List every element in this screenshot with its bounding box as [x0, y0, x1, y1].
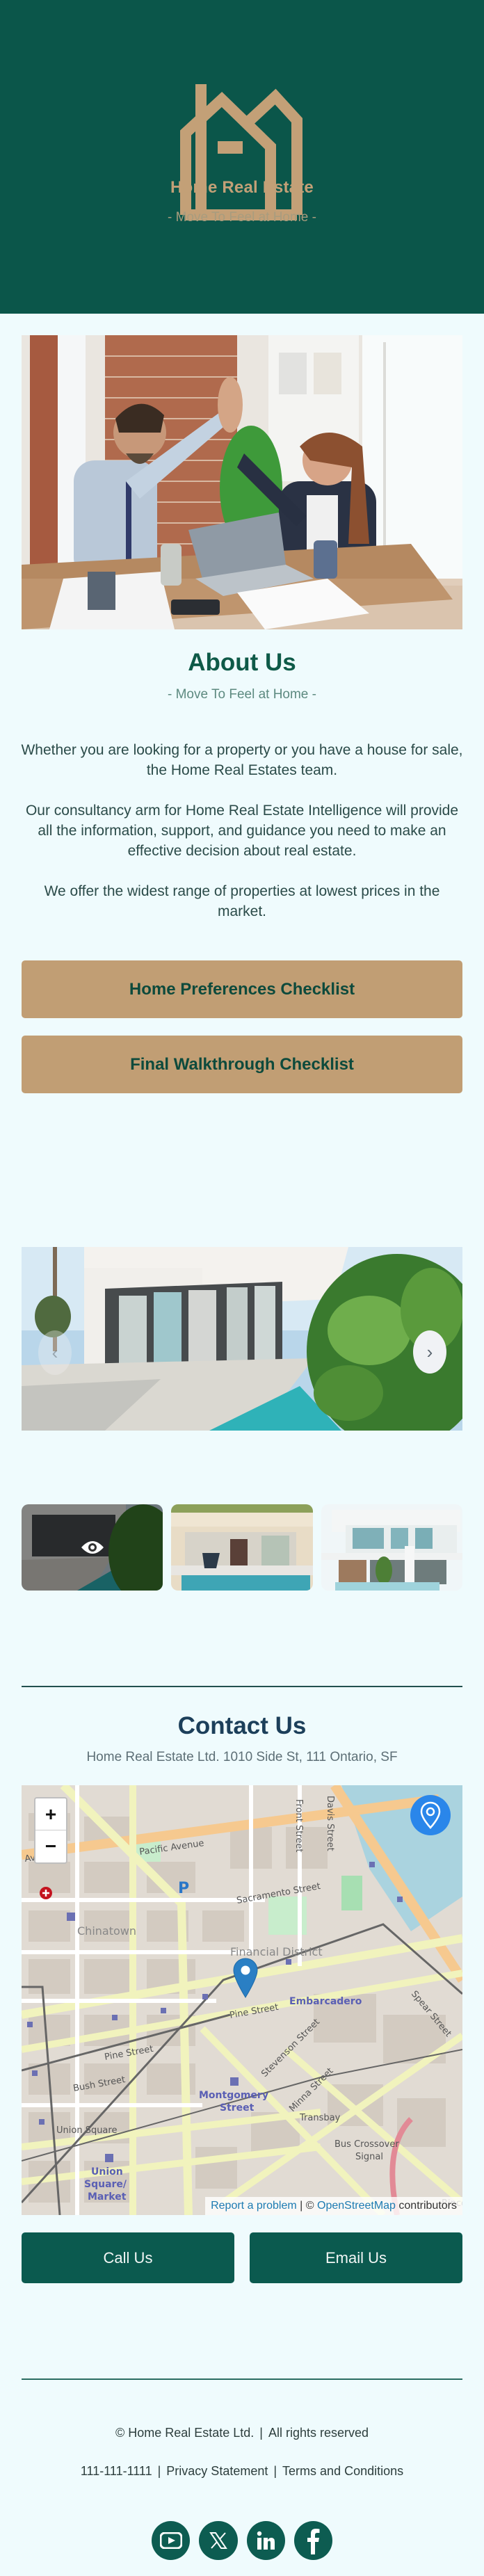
brand-name: Home Real Estate: [170, 178, 314, 197]
call-us-button[interactable]: Call Us: [22, 2232, 234, 2283]
phone-link[interactable]: 111-111-1111: [81, 2464, 152, 2478]
contact-address: Home Real Estate Ltd. 1010 Side St, 111 …: [86, 1750, 398, 1764]
linkedin-icon: [257, 2531, 275, 2550]
svg-text:Bus Crossover: Bus Crossover: [334, 2139, 399, 2150]
footer-separator: |: [273, 2464, 277, 2478]
email-us-button[interactable]: Email Us: [250, 2232, 462, 2283]
footer-divider: [22, 2378, 462, 2380]
map-attribution: Report a problem | © OpenStreetMap contr…: [205, 2197, 462, 2215]
map-marker-icon[interactable]: [233, 1958, 258, 1998]
attribution-separator: | ©: [296, 2200, 317, 2212]
rights-text: All rights reserved: [268, 2426, 369, 2440]
about-paragraph: We offer the widest range of properties …: [44, 883, 440, 919]
about-paragraph: Whether you are looking for a property o…: [21, 742, 463, 778]
footer-copyright-line: © Home Real Estate Ltd. | All rights reser…: [0, 2426, 484, 2440]
svg-text:Front Street: Front Street: [293, 1799, 304, 1853]
privacy-statement-link[interactable]: Privacy Statement: [166, 2464, 268, 2478]
about-title: About Us: [188, 649, 296, 676]
svg-text:Street: Street: [220, 2102, 255, 2114]
svg-text:Embarcadero: Embarcadero: [289, 1996, 362, 2007]
about-paragraph: Our consultancy arm for Home Real Estate…: [25, 803, 459, 859]
home-preferences-checklist-button[interactable]: Home Preferences Checklist: [22, 960, 462, 1018]
report-problem-link[interactable]: Report a problem: [211, 2200, 297, 2212]
map-zoom-in-button[interactable]: +: [35, 1798, 66, 1830]
house-logo-icon: [180, 84, 302, 220]
hero-header: Home Real Estate - Move To Feel at Home …: [0, 0, 484, 314]
attribution-contributors: contributors: [395, 2200, 457, 2212]
svg-text:Financial District: Financial District: [230, 1945, 323, 1958]
chevron-left-icon: ‹: [51, 1342, 58, 1363]
map-tiles: Pacific Avenue Avenue Sacramento Street …: [22, 1785, 462, 2215]
x-icon: [209, 2532, 227, 2549]
contact-title: Contact Us: [177, 1712, 307, 1739]
svg-text:Union Square: Union Square: [56, 2125, 117, 2136]
footer-links-line: 111-111-1111 | Privacy Statement | Terms and…: [0, 2464, 484, 2479]
about-team-photo: [22, 335, 462, 629]
gallery-prev-button[interactable]: ‹: [38, 1330, 72, 1375]
chevron-right-icon: ›: [426, 1341, 433, 1362]
location-pin-icon: [420, 1801, 441, 1829]
gallery-next-button[interactable]: ›: [413, 1330, 446, 1374]
facebook-link[interactable]: [293, 2521, 332, 2560]
x-twitter-link[interactable]: [199, 2521, 238, 2560]
map-zoom-out-button[interactable]: −: [35, 1830, 66, 1862]
svg-text:Transbay: Transbay: [299, 2113, 341, 2123]
svg-text:Montgomery: Montgomery: [199, 2090, 268, 2101]
svg-text:Signal: Signal: [355, 2152, 383, 2162]
svg-text:P: P: [178, 1880, 189, 1897]
section-divider: [22, 1686, 462, 1687]
youtube-icon: [159, 2532, 182, 2549]
footer-separator: |: [259, 2426, 263, 2440]
gallery-thumbnail[interactable]: [321, 1504, 462, 1591]
facebook-icon: [307, 2529, 320, 2554]
location-map[interactable]: Pacific Avenue Avenue Sacramento Street …: [22, 1785, 462, 2215]
social-links: [152, 2521, 332, 2560]
gallery-main-image: [22, 1247, 462, 1431]
eye-icon: [81, 1541, 104, 1554]
footer-separator: |: [157, 2464, 161, 2478]
about-subtitle: - Move To Feel at Home -: [167, 687, 316, 702]
map-zoom-control: + −: [34, 1797, 67, 1864]
brand-tagline: - Move To Feel at Home -: [167, 210, 316, 225]
svg-text:Square/: Square/: [84, 2179, 127, 2190]
youtube-link[interactable]: [152, 2521, 191, 2560]
gallery-thumbnail[interactable]: [171, 1504, 313, 1591]
terms-and-conditions-link[interactable]: Terms and Conditions: [282, 2464, 403, 2478]
gallery-slider[interactable]: ‹ ›: [22, 1247, 462, 1431]
svg-text:Davis Street: Davis Street: [325, 1796, 335, 1851]
openstreetmap-link[interactable]: OpenStreetMap: [317, 2200, 396, 2212]
map-location-button[interactable]: [410, 1795, 451, 1835]
svg-text:Chinatown: Chinatown: [77, 1924, 136, 1938]
gallery-thumbnail-active[interactable]: [22, 1504, 163, 1591]
final-walkthrough-checklist-button[interactable]: Final Walkthrough Checklist: [22, 1036, 462, 1093]
copyright-text: © Home Real Estate Ltd.: [115, 2426, 255, 2440]
linkedin-link[interactable]: [246, 2521, 285, 2560]
svg-text:Market: Market: [88, 2191, 127, 2203]
svg-text:Union: Union: [91, 2166, 123, 2177]
